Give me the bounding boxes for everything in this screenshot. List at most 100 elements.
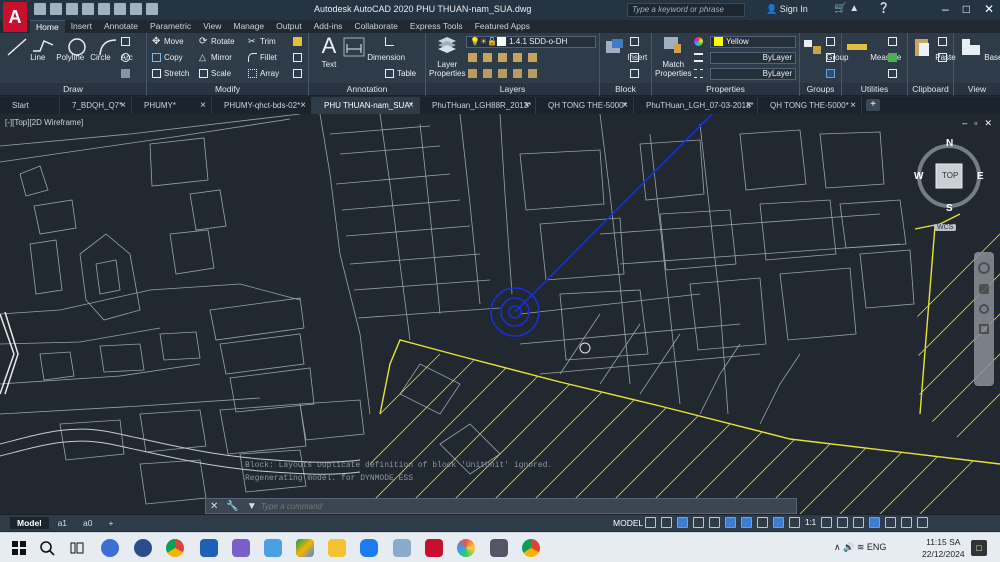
window-app-icon[interactable] (232, 539, 250, 557)
document-tab[interactable]: 7_BDQH_Q7* × (60, 97, 132, 114)
view-panel-title[interactable]: View (954, 83, 1000, 95)
open-icon[interactable] (50, 3, 62, 15)
close-tab-icon[interactable]: × (850, 97, 856, 114)
linetype-dropdown[interactable]: ByLayer (710, 52, 796, 64)
autodesk-app-store-icon[interactable]: 🛒 (834, 3, 846, 14)
leader-button[interactable] (385, 37, 394, 46)
layer-match-icon[interactable] (468, 69, 477, 78)
viewport-restore-icon[interactable]: ▫ (974, 118, 977, 129)
layer-isolate-icon[interactable] (468, 53, 477, 62)
annotation-panel-title[interactable]: Annotation (309, 83, 425, 95)
dimension-button[interactable]: Dimension (343, 37, 405, 62)
table-button[interactable]: Table (385, 69, 416, 78)
minimize-icon[interactable]: – (942, 2, 949, 16)
redo-icon[interactable] (146, 3, 158, 15)
clock[interactable]: 11:15 SA 22/12/2024 (922, 536, 965, 560)
ribbon-tab-insert[interactable]: Insert (65, 20, 98, 33)
ribbon-tab-add-ins[interactable]: Add-ins (308, 20, 349, 33)
snap-icon[interactable] (661, 517, 672, 528)
ribbon-tab-view[interactable]: View (197, 20, 227, 33)
layer-unisolate-icon[interactable] (483, 53, 492, 62)
copy-button[interactable]: Copy (152, 53, 183, 62)
scale-button[interactable]: Scale (199, 69, 231, 78)
paste-button[interactable]: Paste (911, 37, 956, 62)
layout-tab-a1[interactable]: a1 (51, 517, 74, 529)
zoom-icon[interactable] (979, 304, 989, 314)
text-button[interactable]: A Text (318, 35, 340, 70)
orbit-icon[interactable] (979, 324, 989, 334)
close-icon[interactable]: ✕ (984, 2, 994, 16)
chrome-icon[interactable] (166, 539, 184, 557)
ribbon-tab-featured-apps[interactable]: Featured Apps (469, 20, 536, 33)
compass-east[interactable]: E (977, 171, 984, 182)
m-app-icon[interactable] (200, 539, 218, 557)
ungroup-button[interactable] (826, 37, 835, 46)
maximize-icon[interactable]: □ (963, 2, 970, 16)
layer-previous-icon[interactable] (483, 69, 492, 78)
color-dropdown[interactable]: Yellow (710, 36, 796, 48)
ribbon-tab-home[interactable]: Home (30, 20, 65, 33)
wcs-menu[interactable]: WCS (934, 224, 957, 231)
utilities-panel-title[interactable]: Utilities (842, 83, 907, 95)
document-tab[interactable]: PHU THUAN-nam_SUA* × (312, 97, 420, 114)
match-properties-button[interactable]: Match Properties (655, 35, 691, 78)
pan-icon[interactable] (979, 284, 989, 294)
customization-menu-icon[interactable] (917, 517, 929, 528)
edit-block-button[interactable] (630, 53, 639, 62)
save-as-icon[interactable] (82, 3, 94, 15)
layout-tab-a0[interactable]: a0 (76, 517, 99, 529)
close-tab-icon[interactable]: × (746, 97, 752, 114)
annotation-visibility-icon[interactable] (773, 517, 784, 528)
object-snap-icon[interactable] (725, 517, 736, 528)
explode-button[interactable] (293, 53, 302, 62)
search-button[interactable] (38, 539, 56, 557)
ribbon-tab-manage[interactable]: Manage (227, 20, 270, 33)
drawing-viewport[interactable]: [-][Top][2D Wireframe] – ▫ ✕ TOP N S E W… (0, 114, 1000, 514)
recent-commands-icon[interactable]: ▼ (243, 501, 261, 512)
stretch-button[interactable]: Stretch (152, 69, 189, 78)
groups-panel-title[interactable]: Groups (800, 83, 841, 95)
command-line-close-icon[interactable]: ✕ (206, 501, 222, 512)
document-tab[interactable]: QH TONG THE-5000* × (758, 97, 862, 114)
network-icon[interactable]: ≋ (857, 542, 865, 552)
quick-select-button[interactable] (888, 37, 897, 46)
ortho-icon[interactable] (677, 517, 688, 528)
document-tab[interactable]: QH TONG THE-5000* × (536, 97, 634, 114)
layer-merge-icon[interactable] (528, 69, 537, 78)
create-block-button[interactable] (630, 37, 639, 46)
draw-panel-title[interactable]: Draw (0, 83, 146, 95)
document-tab[interactable]: PhuTHuan_LGH88R_2013* × (420, 97, 536, 114)
modify-panel-title[interactable]: Modify (147, 83, 308, 95)
clean-screen-icon[interactable] (901, 517, 913, 528)
ribbon-tab-express-tools[interactable]: Express Tools (404, 20, 469, 33)
language-indicator[interactable]: ENG (867, 542, 887, 552)
close-tab-icon[interactable]: × (120, 97, 126, 114)
layer-walk-icon[interactable] (498, 69, 507, 78)
viewport-minimize-icon[interactable]: – (962, 118, 967, 129)
google-drive-icon[interactable] (296, 539, 314, 557)
undo-icon[interactable] (130, 3, 142, 15)
web-mobile-icon[interactable] (98, 3, 110, 15)
search-app-icon[interactable] (134, 539, 152, 557)
close-tab-icon[interactable]: × (300, 97, 306, 114)
offset-button[interactable] (293, 69, 302, 78)
zalo-icon[interactable] (360, 539, 378, 557)
a360-icon[interactable]: ▲ (849, 3, 859, 14)
document-tab[interactable]: PHUMY* × (132, 97, 212, 114)
drawing-canvas[interactable] (0, 114, 1000, 514)
group-select-button[interactable] (826, 69, 835, 78)
layer-freeze-tool-icon[interactable] (513, 53, 522, 62)
base-button[interactable]: Base (960, 37, 1000, 62)
start-button[interactable] (10, 539, 28, 557)
select-all-button[interactable] (888, 53, 897, 62)
navigation-bar[interactable] (974, 252, 994, 386)
group-edit-button[interactable] (826, 53, 835, 62)
layout-tab-model[interactable]: Model (10, 517, 49, 529)
steering-wheel-icon[interactable] (978, 262, 990, 274)
calculator-button[interactable] (888, 69, 897, 78)
layer-change-icon[interactable] (513, 69, 522, 78)
file-explorer-icon[interactable] (328, 539, 346, 557)
close-tab-icon[interactable]: × (524, 97, 530, 114)
layer-dropdown[interactable]: 💡☀🔓 1.4.1 SDD-o-DH (466, 36, 596, 48)
model-space-button[interactable]: MODEL (613, 518, 643, 528)
